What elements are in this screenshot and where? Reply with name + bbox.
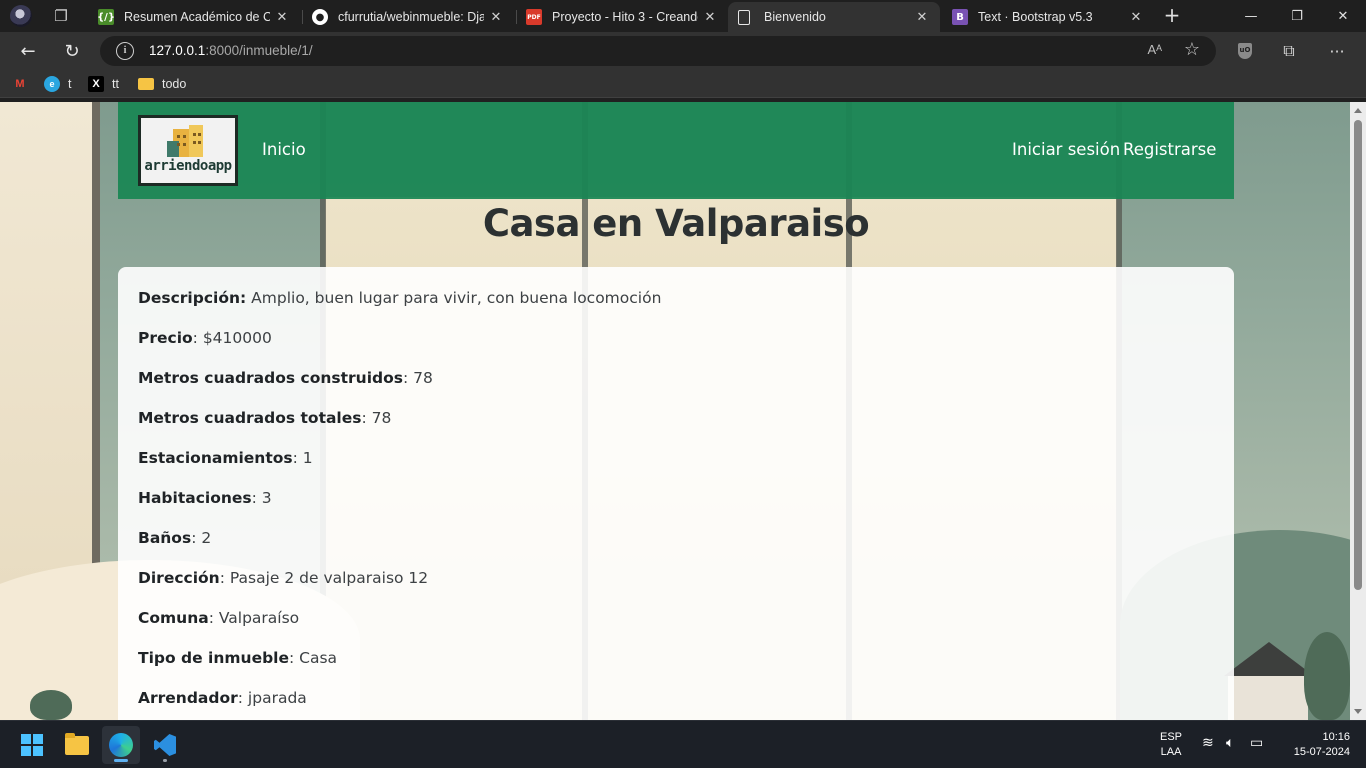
github-icon: ● bbox=[312, 9, 328, 25]
ublock-extension-icon[interactable]: uO bbox=[1234, 40, 1256, 62]
gmail-icon: M bbox=[15, 78, 25, 90]
bookmark-t-icon: e bbox=[44, 76, 60, 92]
edge-browser-icon bbox=[109, 733, 133, 757]
battery-icon[interactable]: ▭ bbox=[1250, 735, 1263, 751]
site-info-icon[interactable]: i bbox=[116, 42, 134, 60]
field-estacionamientos: Estacionamientos: 1 bbox=[138, 449, 313, 467]
back-arrow-icon[interactable]: ← bbox=[14, 37, 42, 65]
tab-resumen-academico[interactable]: {/} Resumen Académico de CAF ✕ bbox=[88, 2, 300, 32]
field-metros-totales: Metros cuadrados totales: 78 bbox=[138, 409, 392, 427]
close-icon[interactable]: ✕ bbox=[910, 10, 934, 25]
tab-bootstrap-text[interactable]: B Text · Bootstrap v5.3 ✕ bbox=[942, 2, 1154, 32]
tab-title: Text · Bootstrap v5.3 bbox=[978, 10, 1093, 24]
close-icon[interactable]: ✕ bbox=[1124, 10, 1148, 25]
document-tab-icon: {/} bbox=[97, 9, 115, 25]
close-icon[interactable]: ✕ bbox=[698, 10, 722, 25]
brand-wordmark: arriendoapp bbox=[144, 158, 232, 174]
bookmark-t[interactable]: e t bbox=[44, 75, 71, 93]
scrollbar-thumb[interactable] bbox=[1354, 120, 1362, 590]
new-tab-button[interactable]: + bbox=[1160, 4, 1184, 28]
tab-title: cfurrutia/webinmueble: Djan bbox=[338, 10, 484, 24]
nav-link-inicio[interactable]: Inicio bbox=[262, 140, 306, 159]
x-icon: X bbox=[88, 76, 104, 92]
field-tipo-inmueble: Tipo de inmueble: Casa bbox=[138, 649, 338, 667]
pdf-icon: PDF bbox=[526, 9, 542, 25]
bookmark-tt[interactable]: X tt bbox=[88, 75, 119, 93]
windows-taskbar: ESP LAA ≋ 🔈︎ ▭ 10:16 15-07-2024 bbox=[0, 720, 1366, 768]
field-habitaciones: Habitaciones: 3 bbox=[138, 489, 272, 507]
field-banos: Baños: 2 bbox=[138, 529, 212, 547]
tab-proyecto-hito[interactable]: PDF Proyecto - Hito 3 - Creando ✕ bbox=[516, 2, 728, 32]
file-explorer-icon bbox=[65, 732, 89, 755]
start-button[interactable] bbox=[13, 726, 51, 764]
wifi-icon[interactable]: ≋ bbox=[1202, 735, 1214, 751]
scroll-down-arrow-icon[interactable] bbox=[1354, 709, 1362, 714]
read-aloud-icon[interactable]: Aᴬ bbox=[1147, 42, 1162, 57]
field-arrendador: Arrendador: jparada bbox=[138, 689, 307, 707]
taskbar-edge[interactable] bbox=[102, 726, 140, 764]
more-menu-icon[interactable]: ··· bbox=[1326, 40, 1348, 62]
field-descripcion: Descripción: Amplio, buen lugar para viv… bbox=[138, 289, 662, 307]
close-icon[interactable]: ✕ bbox=[484, 10, 508, 25]
taskbar-file-explorer[interactable] bbox=[58, 726, 96, 764]
avatar bbox=[10, 5, 32, 27]
scroll-up-arrow-icon[interactable] bbox=[1354, 108, 1362, 113]
folder-icon bbox=[138, 76, 154, 92]
favorite-star-icon[interactable]: ☆ bbox=[1184, 39, 1200, 60]
taskbar-vscode[interactable] bbox=[146, 726, 184, 764]
address-bar[interactable]: i 127.0.0.1:8000/inmueble/1/ Aᴬ ☆ bbox=[100, 36, 1216, 66]
site-navbar: arriendoapp Inicio Iniciar sesión Regist… bbox=[118, 102, 1234, 199]
tab-title: Bienvenido bbox=[764, 10, 826, 24]
tab-github[interactable]: ● cfurrutia/webinmueble: Djan ✕ bbox=[302, 2, 514, 32]
bookmark-gmail[interactable]: M bbox=[12, 75, 36, 93]
vscode-icon bbox=[154, 734, 176, 756]
tab-title: Proyecto - Hito 3 - Creando bbox=[552, 10, 698, 24]
field-direccion: Dirección: Pasaje 2 de valparaiso 12 bbox=[138, 569, 429, 587]
page-icon bbox=[738, 9, 750, 25]
page-scrollbar[interactable] bbox=[1350, 102, 1366, 720]
restore-button[interactable]: ❐ bbox=[1274, 0, 1320, 32]
url-text[interactable]: 127.0.0.1:8000/inmueble/1/ bbox=[149, 43, 313, 58]
nav-link-iniciar-sesion[interactable]: Iniciar sesión bbox=[1012, 140, 1120, 159]
field-comuna: Comuna: Valparaíso bbox=[138, 609, 300, 627]
profile-button[interactable] bbox=[8, 4, 34, 28]
tab-bienvenido[interactable]: Bienvenido ✕ bbox=[728, 2, 940, 32]
buildings-icon bbox=[165, 123, 211, 157]
workspaces-icon[interactable]: ❐ bbox=[50, 6, 72, 26]
extensions-puzzle-icon[interactable]: ⧉ bbox=[1278, 40, 1300, 62]
field-precio: Precio: $410000 bbox=[138, 329, 272, 347]
input-language-indicator[interactable]: ESP LAA bbox=[1160, 730, 1182, 760]
brand-logo[interactable]: arriendoapp bbox=[138, 115, 238, 186]
refresh-icon[interactable]: ↻ bbox=[58, 37, 86, 65]
nav-link-registrarse[interactable]: Registrarse bbox=[1123, 140, 1216, 159]
tab-title: Resumen Académico de CAF bbox=[124, 10, 270, 24]
page-viewport: arriendoapp Inicio Iniciar sesión Regist… bbox=[0, 102, 1350, 720]
bootstrap-icon: B bbox=[952, 9, 968, 25]
minimize-button[interactable]: — bbox=[1228, 0, 1274, 32]
page-title: Casa en Valparaiso bbox=[482, 202, 870, 245]
field-metros-construidos: Metros cuadrados construidos: 78 bbox=[138, 369, 433, 387]
bookmarks-bar: M e t X tt todo bbox=[0, 70, 1366, 98]
volume-icon[interactable]: 🔈︎ bbox=[1226, 735, 1234, 751]
system-clock[interactable]: 10:16 15-07-2024 bbox=[1280, 730, 1350, 760]
tab-strip: ❐ {/} Resumen Académico de CAF ✕ ● cfurr… bbox=[0, 0, 1366, 32]
browser-toolbar: ← ↻ i 127.0.0.1:8000/inmueble/1/ Aᴬ ☆ uO… bbox=[0, 32, 1366, 70]
windows-logo-icon bbox=[21, 734, 43, 756]
property-details-card: Descripción: Amplio, buen lugar para viv… bbox=[118, 267, 1234, 720]
close-icon[interactable]: ✕ bbox=[270, 10, 294, 25]
bookmark-folder-todo[interactable]: todo bbox=[138, 75, 186, 93]
close-window-button[interactable]: ✕ bbox=[1320, 0, 1366, 32]
